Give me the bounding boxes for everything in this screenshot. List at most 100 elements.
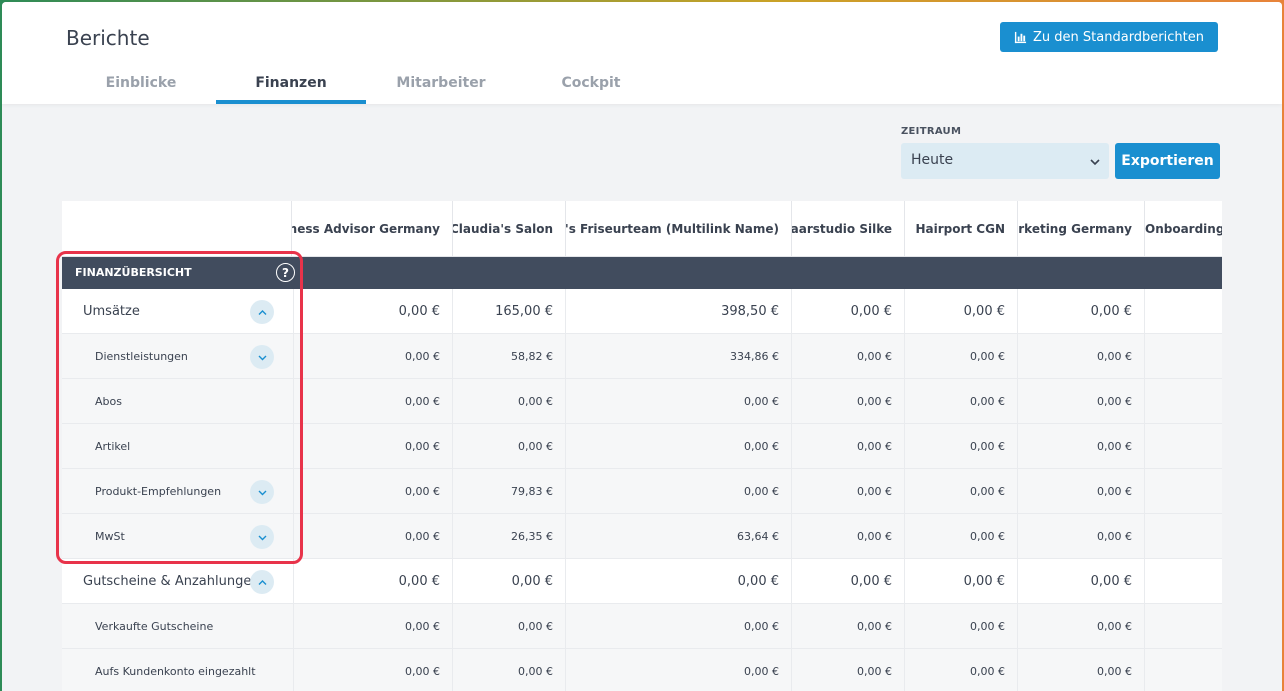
table-row: Dienstleistungen 0,00 €58,82 €334,86 €0,0… bbox=[62, 334, 1222, 379]
table-cell: 0,00 € bbox=[1017, 469, 1144, 513]
table-cell: 0,00 € bbox=[293, 424, 452, 468]
table-cell: 334,86 € bbox=[565, 334, 791, 378]
chevron-down-icon bbox=[258, 490, 266, 495]
column-header[interactable]: Haarstudio Silke bbox=[791, 201, 904, 257]
table-cell: 0,00 € bbox=[1017, 289, 1144, 333]
table-cell: 26,35 € bbox=[452, 514, 565, 558]
table-row: Gutscheine & Anzahlungen 0,00 €0,00 €0,00… bbox=[62, 559, 1222, 604]
table-cell: 0,00 € bbox=[565, 559, 791, 603]
table-cell: 79,83 € bbox=[452, 469, 565, 513]
row-label: Artikel bbox=[95, 439, 131, 453]
row-label: MwSt bbox=[95, 529, 125, 543]
column-header[interactable]: Business Advisor Germany bbox=[291, 201, 452, 257]
table-cell bbox=[1144, 379, 1222, 423]
table-cell: 0,00 € bbox=[293, 469, 452, 513]
table-cell: 0,00 € bbox=[565, 424, 791, 468]
page-title: Berichte bbox=[66, 26, 150, 50]
table-cell: 0,00 € bbox=[565, 604, 791, 648]
row-label: Abos bbox=[95, 394, 122, 408]
zeitraum-value: Heute bbox=[911, 152, 954, 168]
row-label: Umsätze bbox=[83, 303, 140, 319]
table-cell: 0,00 € bbox=[452, 604, 565, 648]
collapse-toggle[interactable] bbox=[250, 570, 274, 594]
finance-table: Business Advisor Germany Claudia's Salon… bbox=[62, 201, 1222, 691]
table-cell: 0,00 € bbox=[293, 559, 452, 603]
table-cell: 0,00 € bbox=[904, 289, 1017, 333]
expand-toggle[interactable] bbox=[250, 345, 274, 369]
tab-mitarbeiter[interactable]: Mitarbeiter bbox=[366, 66, 516, 104]
table-cell: 0,00 € bbox=[452, 649, 565, 691]
table-cell bbox=[1144, 604, 1222, 648]
table-cell: 0,00 € bbox=[1017, 514, 1144, 558]
export-button[interactable]: Exportieren bbox=[1115, 143, 1220, 179]
table-cell: 0,00 € bbox=[904, 514, 1017, 558]
table-cell: 0,00 € bbox=[452, 559, 565, 603]
table-cell: 0,00 € bbox=[1017, 334, 1144, 378]
table-cell: 0,00 € bbox=[293, 514, 452, 558]
table-cell: 0,00 € bbox=[904, 559, 1017, 603]
column-header[interactable]: Claudia's Salon bbox=[452, 201, 565, 257]
table-cell: 0,00 € bbox=[1017, 424, 1144, 468]
expand-toggle[interactable] bbox=[250, 480, 274, 504]
table-cell: 0,00 € bbox=[452, 379, 565, 423]
table-row: Umsätze 0,00 €165,00 €398,50 €0,00 €0,00 … bbox=[62, 289, 1222, 334]
tab-finanzen[interactable]: Finanzen bbox=[216, 66, 366, 104]
tab-einblicke[interactable]: Einblicke bbox=[66, 66, 216, 104]
table-cell: 165,00 € bbox=[452, 289, 565, 333]
table-cell: 63,64 € bbox=[565, 514, 791, 558]
row-label: Produkt-Empfehlungen bbox=[95, 484, 222, 498]
section-title: FINANZÜBERSICHT bbox=[75, 266, 192, 279]
table-cell: 398,50 € bbox=[565, 289, 791, 333]
column-header[interactable]: Onboarding Ge bbox=[1144, 201, 1222, 257]
table-row: Artikel 0,00 €0,00 €0,00 €0,00 €0,00 €0,0… bbox=[62, 424, 1222, 469]
table-cell bbox=[1144, 334, 1222, 378]
table-cell: 0,00 € bbox=[293, 604, 452, 648]
table-cell bbox=[1144, 469, 1222, 513]
chevron-down-icon bbox=[1090, 159, 1100, 166]
table-cell: 0,00 € bbox=[1017, 649, 1144, 691]
column-header[interactable]: Daniel's Friseurteam (Multilink Name) bbox=[565, 201, 791, 257]
table-cell: 0,00 € bbox=[904, 604, 1017, 648]
expand-toggle[interactable] bbox=[250, 525, 274, 549]
table-cell: 0,00 € bbox=[791, 649, 904, 691]
zeitraum-label: ZEITRAUM bbox=[901, 126, 962, 137]
section-bar: FINANZÜBERSICHT ? bbox=[62, 257, 1222, 289]
table-row: Abos 0,00 €0,00 €0,00 €0,00 €0,00 €0,00 € bbox=[62, 379, 1222, 424]
table-cell: 0,00 € bbox=[565, 379, 791, 423]
table-cell: 0,00 € bbox=[1017, 379, 1144, 423]
table-cell: 0,00 € bbox=[791, 559, 904, 603]
table-cell: 0,00 € bbox=[565, 469, 791, 513]
table-cell: 0,00 € bbox=[904, 469, 1017, 513]
table-cell bbox=[1144, 514, 1222, 558]
tab-cockpit[interactable]: Cockpit bbox=[516, 66, 666, 104]
table-cell: 0,00 € bbox=[293, 379, 452, 423]
standard-reports-button[interactable]: Zu den Standardberichten bbox=[1000, 22, 1218, 52]
table-cell: 0,00 € bbox=[293, 289, 452, 333]
table-cell: 0,00 € bbox=[904, 424, 1017, 468]
chevron-up-icon bbox=[258, 579, 266, 585]
column-header[interactable]: Marketing Germany bbox=[1017, 201, 1144, 257]
table-cell: 0,00 € bbox=[791, 424, 904, 468]
table-row: Aufs Kundenkonto eingezahlt 0,00 €0,00 €0… bbox=[62, 649, 1222, 691]
collapse-toggle[interactable] bbox=[250, 300, 274, 324]
table-cell: 0,00 € bbox=[791, 379, 904, 423]
app-frame: Berichte Zu den Standardberichten Einbli… bbox=[2, 2, 1282, 691]
row-label: Verkaufte Gutscheine bbox=[95, 619, 214, 633]
table-cell: 0,00 € bbox=[904, 649, 1017, 691]
column-header[interactable]: Hairport CGN bbox=[904, 201, 1017, 257]
table-cell bbox=[1144, 424, 1222, 468]
chevron-down-icon bbox=[258, 355, 266, 360]
table-cell: 0,00 € bbox=[904, 334, 1017, 378]
chevron-up-icon bbox=[258, 309, 266, 315]
zeitraum-select[interactable]: Heute bbox=[901, 143, 1109, 179]
table-cell: 0,00 € bbox=[452, 424, 565, 468]
table-cell: 0,00 € bbox=[1017, 604, 1144, 648]
table-cell: 0,00 € bbox=[293, 649, 452, 691]
table-cell: 0,00 € bbox=[904, 379, 1017, 423]
row-label: Dienstleistungen bbox=[95, 349, 188, 363]
bar-chart-icon bbox=[1014, 31, 1027, 43]
table-cell bbox=[1144, 649, 1222, 691]
question-circle-icon[interactable]: ? bbox=[276, 263, 295, 282]
row-label: Aufs Kundenkonto eingezahlt bbox=[95, 664, 256, 678]
table-cell: 0,00 € bbox=[565, 649, 791, 691]
